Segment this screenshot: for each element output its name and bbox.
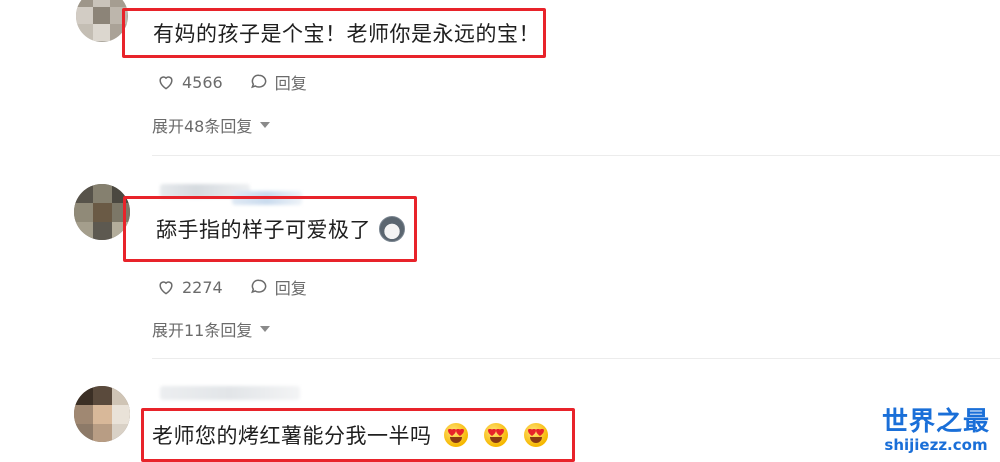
comment-text: 有妈的孩子是个宝！老师你是永远的宝！ [153, 22, 540, 46]
comment-text: 舔手指的样子可爱极了 [156, 218, 371, 242]
like-button[interactable]: 2274 [156, 277, 223, 297]
commenter-avatar[interactable] [74, 184, 130, 240]
commenter-avatar[interactable] [76, 0, 128, 42]
comment-divider [152, 358, 1000, 359]
heart-eyes-emoji-icon [523, 423, 548, 447]
comment-text: 老师您的烤红薯能分我一半吗 [152, 424, 432, 448]
expand-replies-label: 展开11条回复 [152, 321, 253, 340]
heart-icon [159, 281, 173, 295]
doge-emoji-icon [379, 216, 405, 242]
highlighted-comment: 有妈的孩子是个宝！老师你是永远的宝！ [122, 8, 546, 58]
comment-divider [152, 155, 1000, 156]
watermark-title: 世界之最 [881, 407, 990, 437]
speech-bubble-icon [250, 74, 267, 89]
highlighted-comment: 老师您的烤红薯能分我一半吗 [141, 408, 575, 462]
reply-label: 回复 [274, 279, 307, 298]
like-count: 4566 [182, 72, 223, 92]
like-count: 2274 [182, 277, 223, 297]
site-watermark: 世界之最 shijiezz.com [882, 408, 990, 454]
speech-bubble-icon [250, 279, 267, 294]
blurred-username [160, 386, 300, 400]
heart-icon [159, 76, 173, 90]
expand-replies-link[interactable]: 展开11条回复 [152, 317, 271, 341]
expand-replies-link[interactable]: 展开48条回复 [152, 113, 271, 137]
caret-down-icon [260, 326, 271, 332]
comment-actions: 2274 回复 [156, 275, 307, 299]
heart-eyes-emoji-icon [483, 423, 508, 447]
commenter-avatar[interactable] [74, 386, 130, 442]
watermark-domain: shijiezz.com [884, 436, 988, 454]
reply-label: 回复 [274, 74, 307, 93]
reply-button[interactable]: 回复 [249, 70, 307, 94]
highlighted-comment: 舔手指的样子可爱极了 [123, 196, 417, 262]
like-button[interactable]: 4566 [156, 72, 223, 92]
expand-replies-label: 展开48条回复 [152, 117, 253, 136]
comment-actions: 4566 回复 [156, 70, 307, 94]
heart-eyes-emoji-icon [443, 423, 468, 447]
caret-down-icon [260, 122, 271, 128]
reply-button[interactable]: 回复 [249, 275, 307, 299]
